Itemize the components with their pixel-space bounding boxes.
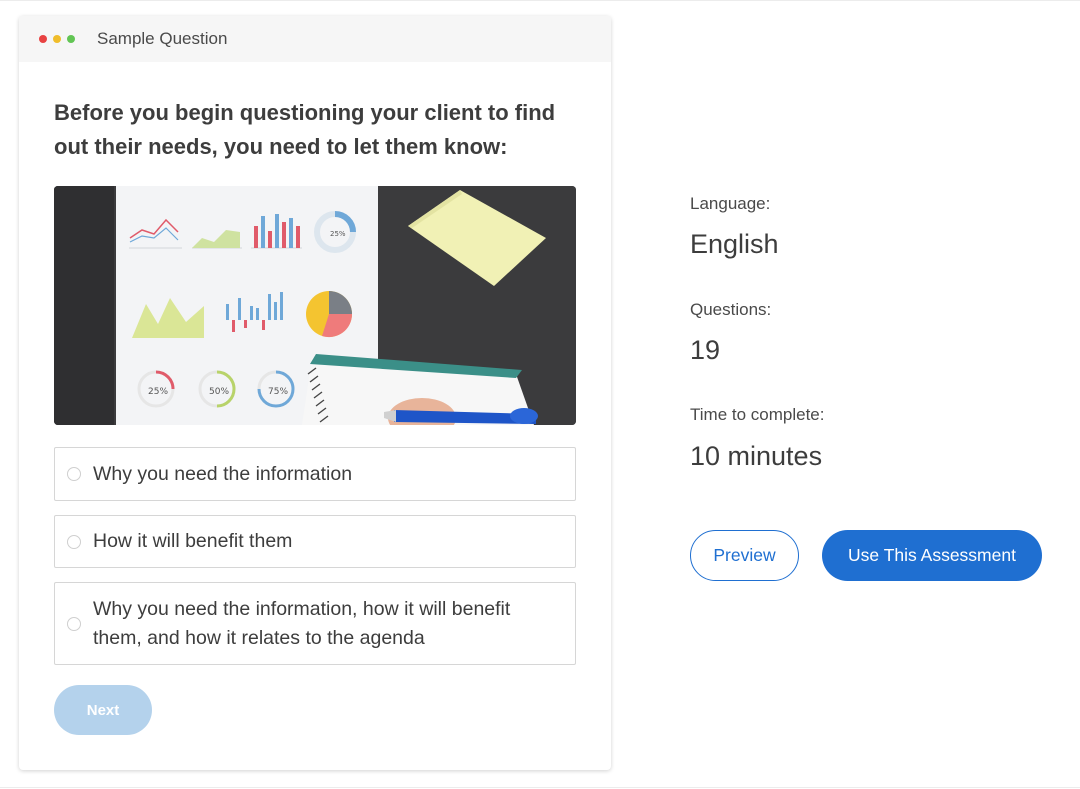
questions-value: 19	[690, 335, 721, 365]
gauge-50-label: 50%	[209, 387, 229, 397]
answer-option-label: How it will benefit them	[93, 530, 293, 552]
gauge-75-label: 75%	[268, 387, 288, 397]
answer-option-label: Why you need the information	[93, 462, 353, 485]
sample-question-card: Sample Question Before you begin questio…	[19, 16, 611, 770]
charts-on-desk-image: 25% 50% 75% 25%	[54, 186, 576, 425]
window-dots	[39, 35, 75, 43]
time-to-complete-value: 10 minutes	[690, 441, 823, 471]
gauge-25-label: 25%	[148, 387, 168, 397]
language-label: Language:	[690, 194, 771, 213]
question-image: 25% 50% 75% 25%	[54, 186, 576, 425]
donut-25-label: 25%	[330, 230, 346, 238]
radio-button[interactable]	[67, 534, 81, 549]
next-button[interactable]: Next	[54, 685, 152, 735]
questions-label: Questions:	[690, 300, 772, 319]
radio-button[interactable]	[67, 467, 81, 481]
maximize-dot-icon	[67, 35, 75, 43]
preview-button[interactable]: Preview	[690, 530, 799, 581]
radio-button[interactable]	[67, 616, 81, 631]
language-value: English	[690, 229, 779, 259]
close-dot-icon	[39, 35, 47, 43]
minimize-dot-icon	[53, 35, 61, 43]
answer-option-1[interactable]: Why you need the information	[54, 447, 576, 501]
time-to-complete-label: Time to complete:	[690, 405, 825, 424]
answer-option-2[interactable]: How it will benefit them	[54, 515, 576, 568]
question-text: Before you begin questioning your client…	[54, 100, 556, 159]
answer-option-label: Why you need the information, how it wil…	[93, 597, 511, 649]
answer-option-3[interactable]: Why you need the information, how it wil…	[54, 582, 576, 665]
bottom-divider	[0, 787, 1080, 788]
card-header: Sample Question	[19, 16, 611, 62]
top-divider	[0, 0, 1080, 1]
card-title: Sample Question	[97, 29, 228, 48]
use-this-assessment-button[interactable]: Use This Assessment	[822, 530, 1042, 581]
